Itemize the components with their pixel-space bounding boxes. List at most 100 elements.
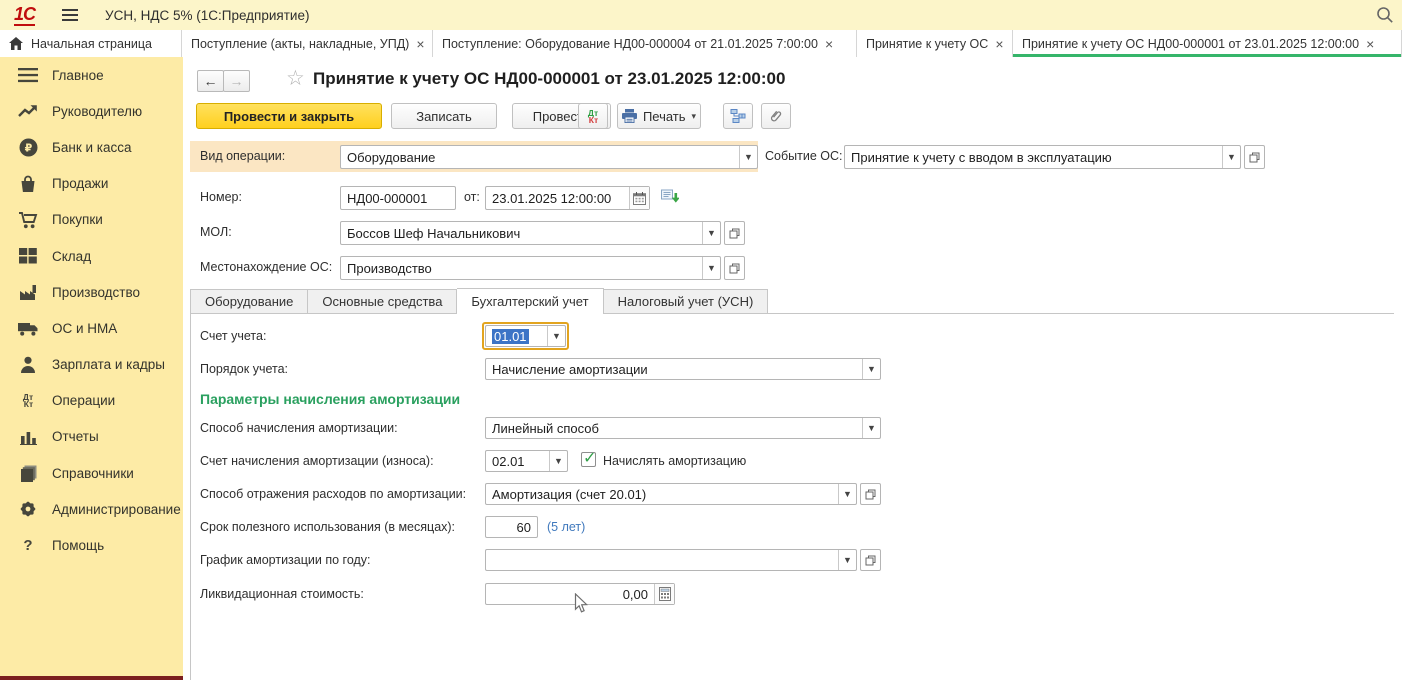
sidebar-item-label: Главное <box>52 68 104 83</box>
operation-kind-value: Оборудование <box>341 146 739 168</box>
sidebar-item-label: Справочники <box>52 466 134 481</box>
sidebar-item-label: Производство <box>52 285 140 300</box>
dt-kt-postings-button[interactable]: ДтКт <box>578 103 608 129</box>
sidebar-item-label: Администрирование <box>52 502 181 517</box>
tab-postuplenie-doc[interactable]: Поступление: Оборудование НД00-000004 от… <box>433 30 857 57</box>
sidebar-item-покупки[interactable]: Покупки <box>0 202 183 238</box>
tab-home[interactable]: Начальная страница <box>0 30 182 57</box>
sidebar-item-главное[interactable]: Главное <box>0 57 183 93</box>
sidebar-item-ос-и-нма[interactable]: ОС и НМА <box>0 310 183 346</box>
chevron-down-icon[interactable]: ▼ <box>702 222 720 244</box>
forward-button[interactable]: → <box>223 70 250 92</box>
operation-kind-select[interactable]: Оборудование ▼ <box>340 145 758 169</box>
os-event-open-button[interactable] <box>1244 145 1265 169</box>
tab-content-accounting <box>190 313 1394 680</box>
sidebar: Главное Руководителю ₽ Банк и касса Продажи П… <box>0 57 183 680</box>
sidebar-item-справочники[interactable]: Справочники <box>0 455 183 491</box>
sidebar-item-банк-и-касса[interactable]: ₽ Банк и касса <box>0 129 183 165</box>
1c-logo-icon: 1С <box>14 5 35 26</box>
mol-open-button[interactable] <box>724 221 745 245</box>
mol-select[interactable]: Боссов Шеф Начальникович ▼ <box>340 221 721 245</box>
attachments-button[interactable] <box>761 103 791 129</box>
sidebar-item-label: Склад <box>52 249 91 264</box>
chevron-down-icon[interactable]: ▼ <box>739 146 757 168</box>
structure-icon <box>730 109 746 123</box>
open-icon <box>1249 152 1260 163</box>
post-and-close-button[interactable]: Провести и закрыть <box>196 103 382 129</box>
sidebar-item-отчеты[interactable]: Отчеты <box>0 419 183 455</box>
mol-value: Боссов Шеф Начальникович <box>341 222 702 244</box>
chevron-down-icon: ▾ <box>692 111 697 122</box>
os-location-label: Местонахождение ОС: <box>200 260 332 274</box>
sidebar-item-операции[interactable]: ДтКт Операции <box>0 383 183 419</box>
document-structure-button[interactable] <box>723 103 753 129</box>
sidebar-item-label: Помощь <box>52 538 104 553</box>
close-icon[interactable]: × <box>416 37 424 51</box>
sidebar-item-label: Продажи <box>52 176 108 191</box>
tab-label: Начальная страница <box>31 37 152 51</box>
chevron-down-icon[interactable]: ▼ <box>702 257 720 279</box>
factory-icon <box>17 284 39 300</box>
os-location-value: Производство <box>341 257 702 279</box>
sidebar-item-склад[interactable]: Склад <box>0 238 183 274</box>
sidebar-item-label: Отчеты <box>52 429 99 444</box>
sidebar-item-администрирование[interactable]: Администрирование <box>0 491 183 527</box>
sidebar-item-label: Банк и касса <box>52 140 132 155</box>
mouse-cursor <box>574 593 588 619</box>
number-label: Номер: <box>200 190 242 204</box>
sidebar-item-label: Операции <box>52 393 115 408</box>
document-title: Принятие к учету ОС НД00-000001 от 23.01… <box>313 69 785 89</box>
chart-icon <box>17 429 39 445</box>
close-icon[interactable]: × <box>825 37 833 51</box>
tab-bar: Начальная страница Поступление (акты, нак… <box>0 30 1402 57</box>
dtkt-icon: ДтКт <box>17 393 39 408</box>
favorite-star-icon[interactable]: ☆ <box>286 66 305 91</box>
tab-label: Принятие к учету ОС <box>866 37 988 51</box>
close-icon[interactable]: × <box>1366 37 1374 51</box>
search-icon[interactable] <box>1376 6 1394 24</box>
truck-icon <box>17 321 39 336</box>
sidebar-item-label: Покупки <box>52 212 103 227</box>
print-button[interactable]: Печать ▾ <box>617 103 701 129</box>
trend-icon <box>17 104 39 118</box>
sidebar-item-продажи[interactable]: Продажи <box>0 166 183 202</box>
calendar-icon[interactable] <box>629 187 649 209</box>
sidebar-item-помощь[interactable]: ?Помощь <box>0 527 183 563</box>
back-button[interactable]: ← <box>197 70 224 92</box>
svg-text:₽: ₽ <box>24 142 32 155</box>
tab-prinyatie-doc[interactable]: Принятие к учету ОС НД00-000001 от 23.01… <box>1013 30 1402 57</box>
doc-tab-1[interactable]: Основные средства <box>308 289 457 314</box>
close-icon[interactable]: × <box>995 37 1003 51</box>
sidebar-item-label: Зарплата и кадры <box>52 357 165 372</box>
books-icon <box>17 465 39 482</box>
home-icon <box>9 37 23 50</box>
sidebar-item-зарплата-и-кадры[interactable]: Зарплата и кадры <box>0 347 183 383</box>
os-location-select[interactable]: Производство ▼ <box>340 256 721 280</box>
mol-label: МОЛ: <box>200 225 232 239</box>
tab-postuplenie-list[interactable]: Поступление (акты, накладные, УПД) × <box>182 30 433 57</box>
sidebar-item-производство[interactable]: Производство <box>0 274 183 310</box>
sidebar-item-руководителю[interactable]: Руководителю <box>0 93 183 129</box>
document-area: ← → ☆ Принятие к учету ОС НД00-000001 от… <box>183 57 1402 680</box>
printer-icon <box>622 109 637 123</box>
set-current-date-icon[interactable] <box>661 189 679 209</box>
number-input[interactable]: НД00-000001 <box>340 186 456 210</box>
main-menu-icon[interactable] <box>62 9 78 21</box>
menu-icon <box>17 67 39 83</box>
app-window: 1С УСН, НДС 5% (1С:Предприятие) Начальна… <box>0 0 1402 680</box>
gear-icon <box>17 500 39 518</box>
os-event-select[interactable]: Принятие к учету с вводом в эксплуатацию… <box>844 145 1241 169</box>
os-location-open-button[interactable] <box>724 256 745 280</box>
paperclip-icon <box>769 109 784 124</box>
bag-icon <box>17 175 39 193</box>
date-input[interactable]: 23.01.2025 12:00:00 <box>485 186 650 210</box>
chevron-down-icon[interactable]: ▼ <box>1222 146 1240 168</box>
tab-prinyatie-list[interactable]: Принятие к учету ОС × <box>857 30 1013 57</box>
doc-tab-2[interactable]: Бухгалтерский учет <box>457 288 603 314</box>
doc-tab-3[interactable]: Налоговый учет (УСН) <box>604 289 769 314</box>
tab-label: Поступление (акты, накладные, УПД) <box>191 37 409 51</box>
tab-label: Поступление: Оборудование НД00-000004 от… <box>442 37 818 51</box>
doc-tab-0[interactable]: Оборудование <box>190 289 308 314</box>
save-button[interactable]: Записать <box>391 103 497 129</box>
print-label: Печать <box>643 109 686 124</box>
